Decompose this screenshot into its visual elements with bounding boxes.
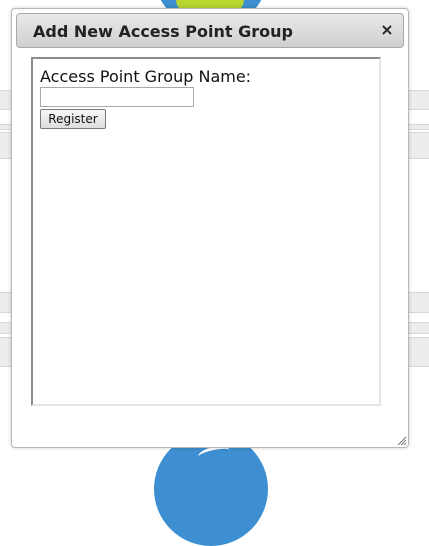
close-icon[interactable]: × — [379, 22, 395, 38]
dialog-content-frame: Access Point Group Name: Register — [31, 57, 381, 406]
dialog-titlebar[interactable]: Add New Access Point Group × — [16, 13, 404, 48]
access-point-group-name-label: Access Point Group Name: — [40, 67, 252, 86]
register-button[interactable]: Register — [40, 109, 106, 129]
dialog-title: Add New Access Point Group — [33, 22, 293, 41]
resize-grip-icon[interactable] — [395, 434, 407, 446]
add-access-point-group-dialog: Add New Access Point Group × Access Poin… — [11, 8, 409, 448]
access-point-group-name-input[interactable] — [40, 87, 194, 107]
